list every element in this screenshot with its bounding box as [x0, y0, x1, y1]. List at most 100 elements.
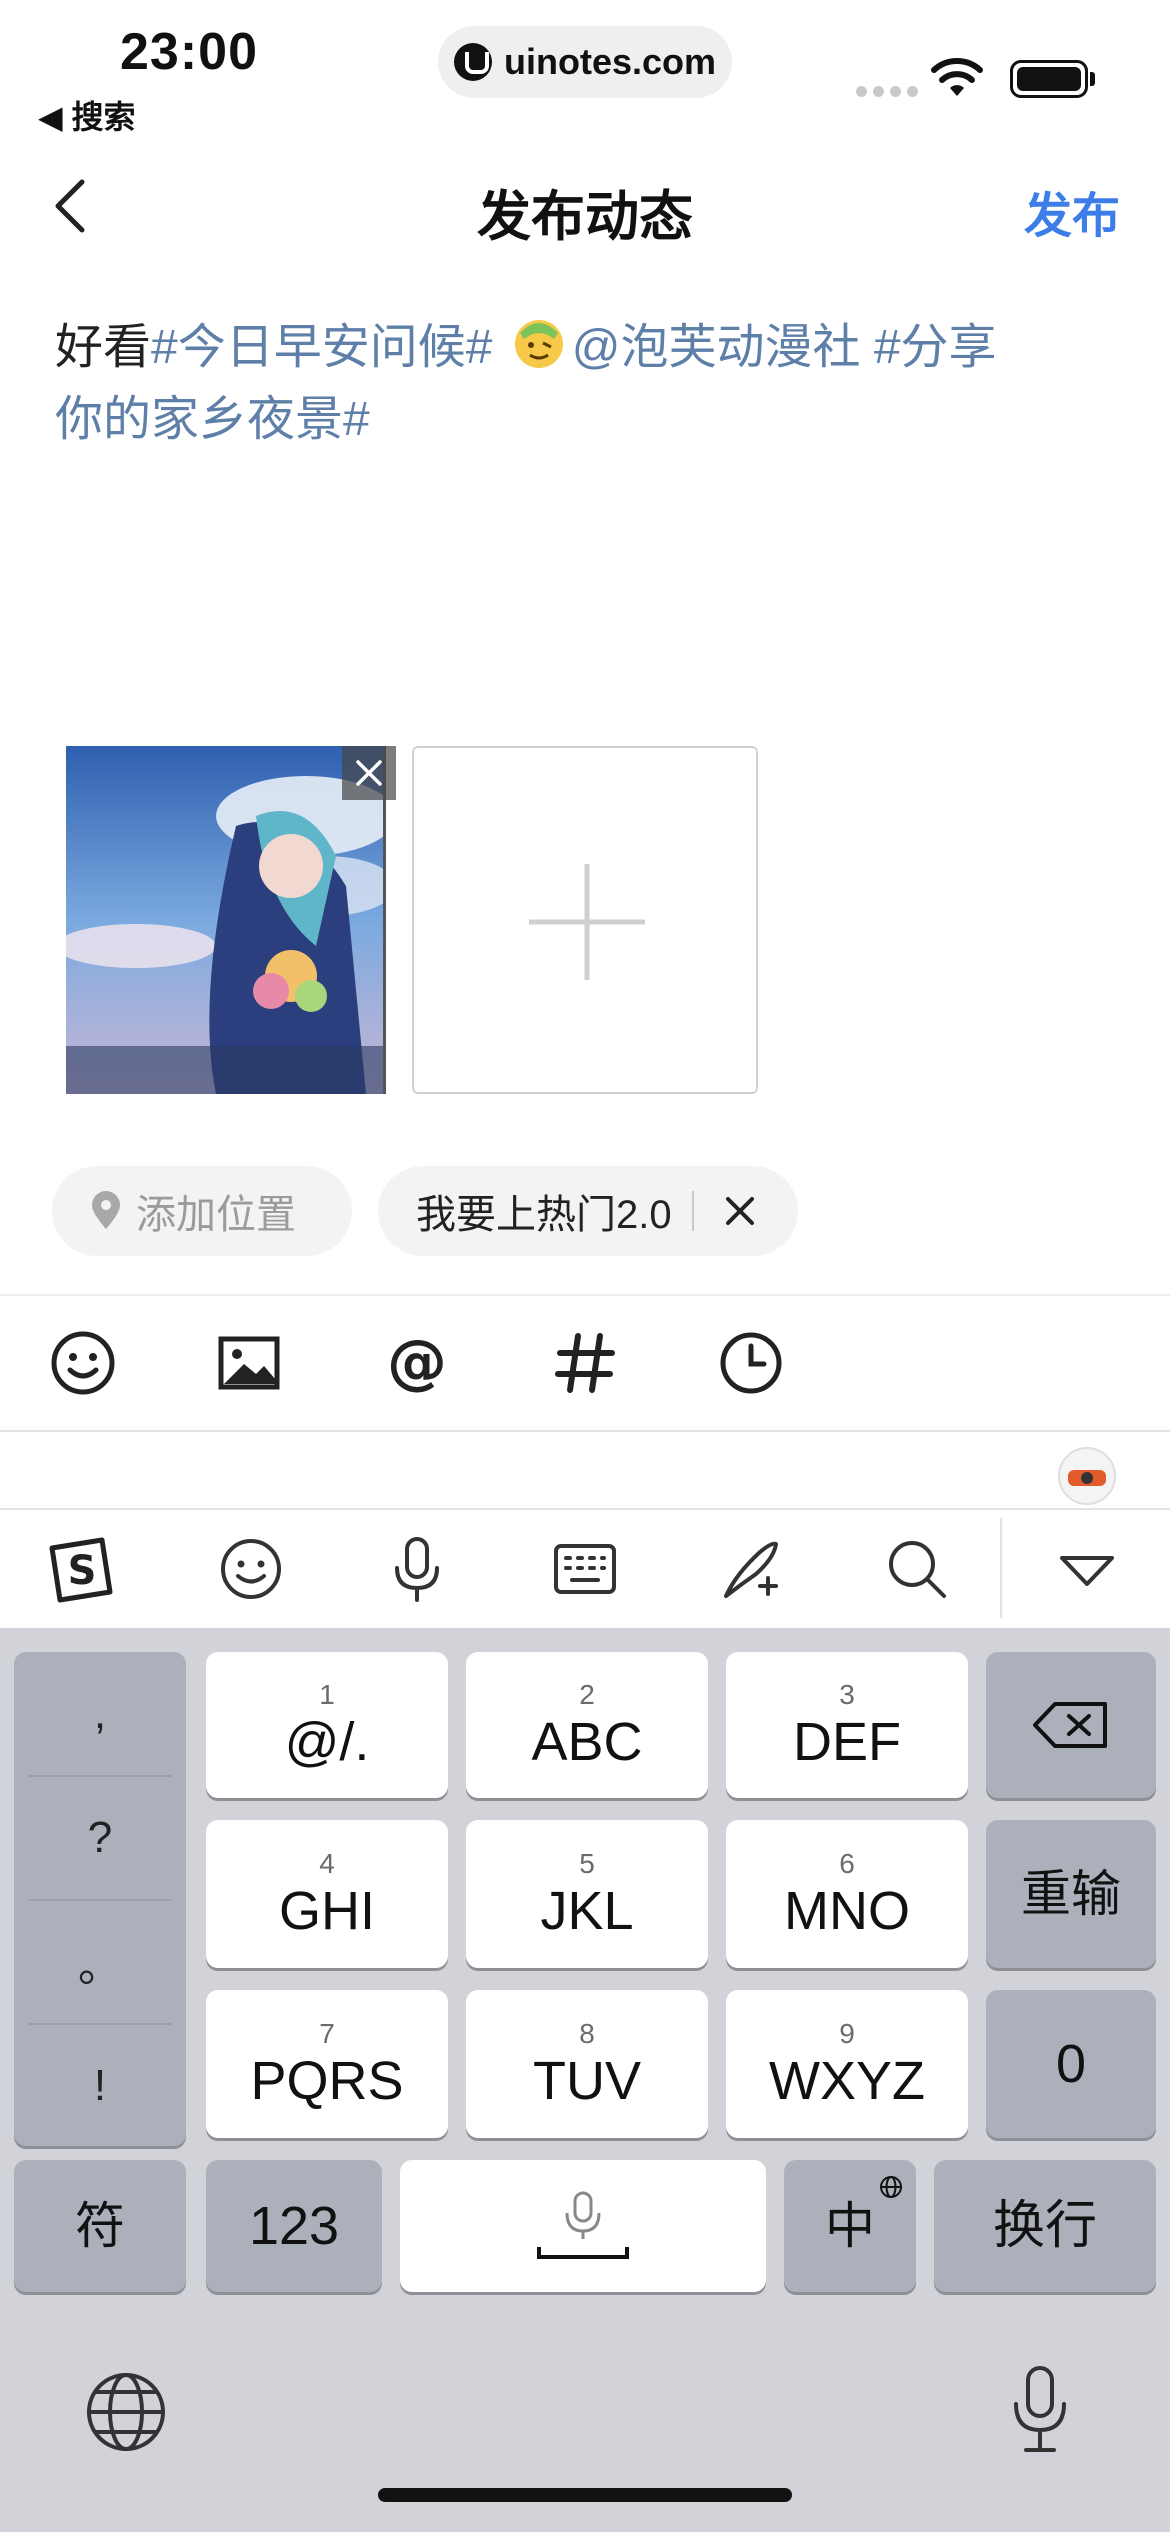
post-mention: @泡芙动漫社: [571, 321, 861, 374]
key-label: MNO: [784, 1881, 910, 1941]
hashtag-icon[interactable]: [550, 1328, 620, 1398]
punct-comma-key[interactable]: ,: [14, 1652, 186, 1775]
key-label: JKL: [540, 1881, 634, 1941]
dictation-mic-icon[interactable]: [1004, 2364, 1076, 2456]
site-logo-icon: [453, 43, 492, 81]
key-number: 1: [319, 1679, 335, 1710]
divider: [0, 1294, 1170, 1296]
key-number: 4: [319, 1848, 335, 1879]
post-hashtag-2b: 你的家乡夜景#: [55, 393, 370, 446]
search-icon[interactable]: [882, 1534, 952, 1604]
key-label: ABC: [531, 1712, 643, 1772]
key-label: 符: [75, 2198, 125, 2254]
post-hashtag-2a: #分享: [873, 321, 997, 374]
page-title: 发布动态: [477, 187, 693, 247]
key-label: 123: [248, 2196, 340, 2256]
symbols-key[interactable]: 符: [14, 2160, 186, 2292]
post-text-area[interactable]: 好看#今日早安问候# @泡芙动漫社 #分享 你的家乡夜景#: [55, 312, 1115, 456]
emoji-face-icon: [514, 320, 563, 368]
at-icon[interactable]: @: [382, 1328, 452, 1398]
key-label: WXYZ: [769, 2051, 925, 2111]
toolbar-separator: [1000, 1518, 1002, 1618]
key-1[interactable]: 1 @/.: [206, 1652, 448, 1798]
remove-topic-icon[interactable]: [720, 1191, 760, 1231]
key-5[interactable]: 5 JKL: [466, 1820, 708, 1968]
handwriting-icon[interactable]: [716, 1534, 786, 1604]
key-number: 6: [839, 1848, 855, 1879]
microphone-icon[interactable]: [382, 1534, 452, 1604]
punct-question-key[interactable]: ?: [14, 1776, 186, 1899]
svg-text:@: @: [387, 1328, 447, 1397]
punct-exclaim-key[interactable]: !: [14, 2024, 186, 2147]
plus-icon: [529, 864, 645, 980]
key-label: 中: [825, 2198, 875, 2254]
numeric-key[interactable]: 123: [206, 2160, 382, 2292]
key-label: 换行: [992, 2197, 1097, 2255]
punct-period-key[interactable]: 。: [14, 1900, 186, 2023]
home-indicator[interactable]: [378, 2488, 792, 2502]
key-6[interactable]: 6 MNO: [726, 1820, 968, 1968]
clock-icon[interactable]: [716, 1328, 786, 1398]
space-key[interactable]: [400, 2160, 766, 2292]
key-3[interactable]: 3 DEF: [726, 1652, 968, 1798]
key-label: 0: [1055, 2034, 1087, 2094]
post-hashtag: #今日早安问候#: [151, 321, 493, 374]
backspace-icon: [1033, 1702, 1107, 1748]
key-7[interactable]: 7 PQRS: [206, 1990, 448, 2138]
emoji-face-icon[interactable]: [216, 1534, 286, 1604]
key-number: 8: [579, 2018, 595, 2049]
wifi-icon: [931, 58, 983, 96]
key-number: 2: [579, 1679, 595, 1710]
key-label: @/.: [284, 1712, 370, 1772]
battery-tip: [1090, 72, 1095, 86]
emoji-icon[interactable]: [48, 1328, 118, 1398]
key-label: TUV: [533, 2051, 641, 2111]
enter-key[interactable]: 换行: [934, 2160, 1156, 2292]
language-key[interactable]: 中: [784, 2160, 916, 2292]
ime-mascot-icon[interactable]: [1054, 1440, 1120, 1506]
collapse-keyboard-icon[interactable]: [1052, 1534, 1122, 1604]
key-label: PQRS: [250, 2051, 404, 2111]
add-photo-button[interactable]: [412, 746, 758, 1094]
battery-icon: [1010, 60, 1088, 98]
keyboard-icon[interactable]: [550, 1534, 620, 1604]
sogou-logo-icon[interactable]: S: [46, 1534, 116, 1604]
close-icon: [356, 760, 382, 786]
key-label: 重输: [1021, 1866, 1121, 1922]
key-number: 5: [579, 1848, 595, 1879]
key-0[interactable]: 0: [986, 1990, 1156, 2138]
punctuation-column[interactable]: , ? 。 !: [14, 1652, 186, 2146]
svg-text:S: S: [68, 1548, 97, 1594]
key-number: 3: [839, 1679, 855, 1710]
back-to-search-link[interactable]: ◀ 搜索: [38, 92, 136, 138]
add-location-chip[interactable]: 添加位置: [52, 1166, 352, 1256]
space-mic-icon: [537, 2191, 629, 2259]
remove-photo-button[interactable]: [342, 746, 396, 800]
add-location-label: 添加位置: [136, 1193, 296, 1237]
key-label: GHI: [278, 1881, 375, 1941]
globe-small-icon: [880, 2176, 902, 2198]
key-8[interactable]: 8 TUV: [466, 1990, 708, 2138]
key-9[interactable]: 9 WXYZ: [726, 1990, 968, 2138]
attached-photo[interactable]: [66, 746, 386, 1094]
image-icon[interactable]: [214, 1328, 284, 1398]
topic-chip-label: 我要上热门2.0: [416, 1193, 672, 1237]
key-number: 7: [319, 2018, 335, 2049]
reinput-key[interactable]: 重输: [986, 1820, 1156, 1968]
key-2[interactable]: 2 ABC: [466, 1652, 708, 1798]
key-4[interactable]: 4 GHI: [206, 1820, 448, 1968]
post-text-plain: 好看: [55, 321, 152, 374]
url-text: uinotes.com: [503, 41, 717, 82]
globe-icon[interactable]: [84, 2370, 168, 2454]
backspace-key[interactable]: [986, 1652, 1156, 1798]
publish-button[interactable]: 发布: [1024, 176, 1120, 246]
topic-chip[interactable]: 我要上热门2.0: [378, 1166, 798, 1256]
divider: [0, 1430, 1170, 1432]
location-pin-icon: [92, 1191, 120, 1229]
url-pill[interactable]: uinotes.com: [438, 26, 732, 98]
status-time: 23:00: [120, 23, 258, 81]
key-label: DEF: [793, 1712, 901, 1772]
cellular-signal-icon: [856, 86, 918, 97]
key-number: 9: [839, 2018, 855, 2049]
chip-divider: [691, 1191, 694, 1231]
